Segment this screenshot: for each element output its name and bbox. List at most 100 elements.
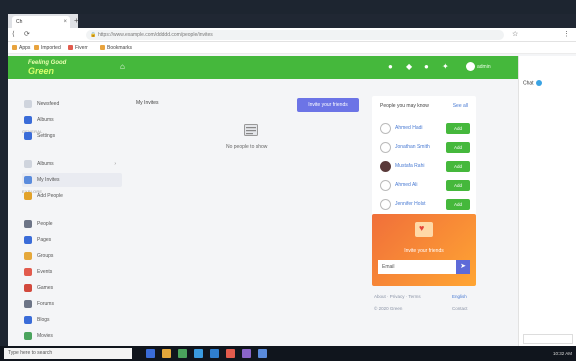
add-friend-button[interactable]: Add bbox=[446, 180, 470, 191]
add-friend-button[interactable]: Add bbox=[446, 142, 470, 153]
online-indicator-icon bbox=[535, 80, 542, 86]
site-logo[interactable]: Feeling Good Green bbox=[28, 59, 66, 76]
tab-strip: Ch × + bbox=[8, 14, 576, 28]
close-tab-icon[interactable]: × bbox=[63, 16, 67, 28]
chrome-icon[interactable] bbox=[178, 349, 187, 358]
bookmarks-bar: Apps Imported Fiverr Bookmarks bbox=[8, 42, 576, 54]
sidebar-item-label: Movies bbox=[37, 333, 53, 339]
person-name-link[interactable]: Jonathan Smith bbox=[395, 144, 430, 150]
sidebar-item-icon bbox=[24, 300, 32, 308]
bookmark-imported[interactable]: Imported bbox=[34, 43, 61, 53]
users-icon[interactable]: ◆ bbox=[406, 62, 412, 72]
bookmark-apps[interactable]: Apps bbox=[12, 43, 30, 53]
home-icon[interactable]: ⌂ bbox=[120, 62, 125, 72]
menu-icon[interactable]: ⋮ bbox=[563, 30, 570, 40]
person-row: Jonathan Smith Add bbox=[380, 141, 470, 155]
person-name-link[interactable]: Ahmed Ali bbox=[395, 182, 418, 188]
sidebar-item-icon bbox=[24, 284, 32, 292]
lock-icon: 🔒 bbox=[90, 32, 97, 38]
sidebar-item-icon bbox=[24, 160, 32, 168]
edge-icon[interactable] bbox=[194, 349, 203, 358]
sidebar-item-label: My Invites bbox=[37, 177, 60, 183]
sidebar-item-label: Add People bbox=[37, 193, 63, 199]
address-bar[interactable]: 🔒 https://www.example.com/ddddd.com/peop… bbox=[86, 30, 504, 40]
sidebar-item-label: Groups bbox=[37, 253, 54, 259]
person-avatar[interactable] bbox=[380, 142, 391, 153]
person-avatar[interactable] bbox=[380, 123, 391, 134]
chevron-down-icon[interactable]: › bbox=[114, 157, 116, 171]
sidebar-item-icon bbox=[24, 316, 32, 324]
person-avatar[interactable] bbox=[380, 199, 391, 210]
sidebar-item-icon bbox=[24, 268, 32, 276]
sidebar-item[interactable]: Settings bbox=[22, 129, 122, 143]
sidebar-item-label: Pages bbox=[37, 237, 52, 243]
see-all-link[interactable]: See all bbox=[453, 103, 468, 109]
invite-card-text: Invite your friends bbox=[404, 248, 444, 254]
sidebar-item[interactable]: People bbox=[22, 217, 122, 231]
sidebar-item-label: People bbox=[37, 221, 53, 227]
settings-icon[interactable]: ✦ bbox=[442, 62, 449, 72]
sidebar-item-label: Newsfeed bbox=[37, 101, 60, 107]
folder-icon bbox=[100, 45, 105, 51]
invite-email-input[interactable]: Email bbox=[378, 260, 456, 274]
app-icon[interactable] bbox=[258, 349, 267, 358]
empty-state-icon bbox=[244, 124, 258, 136]
app-header: Feeling Good Green ⌂ ● ◆ ● ✦ admin bbox=[8, 56, 518, 79]
bookmark-other[interactable]: Bookmarks bbox=[100, 43, 132, 53]
person-row: Ahmed Ali Add bbox=[380, 179, 470, 193]
start-icon[interactable] bbox=[146, 349, 155, 358]
sidebar-item[interactable]: Albums › bbox=[22, 157, 122, 171]
language-link[interactable]: English bbox=[452, 294, 467, 299]
person-avatar[interactable] bbox=[380, 161, 391, 172]
reload-icon[interactable]: ⟳ bbox=[24, 30, 30, 40]
tab-title: Ch bbox=[16, 19, 23, 25]
app-icon[interactable] bbox=[242, 349, 251, 358]
sidebar-item[interactable]: Blogs bbox=[22, 313, 122, 327]
sidebar-item[interactable]: Albums bbox=[22, 113, 122, 127]
person-row: Ahmed Hadi Add bbox=[380, 122, 470, 136]
taskbar-clock: 10:32 AM bbox=[552, 351, 572, 356]
sidebar-item[interactable]: Newsfeed bbox=[22, 97, 122, 111]
invite-friends-button[interactable]: Invite your friends bbox=[297, 98, 359, 112]
taskbar-search-input[interactable]: Type here to search bbox=[4, 348, 132, 359]
sidebar-item-icon bbox=[24, 100, 32, 108]
sidebar-item-label: Forums bbox=[37, 301, 54, 307]
sidebar-item[interactable]: My Invites bbox=[22, 173, 122, 187]
address-toolbar: ⟨ ⟳ 🔒 https://www.example.com/ddddd.com/… bbox=[8, 28, 576, 42]
bell-icon[interactable]: ● bbox=[424, 62, 429, 72]
app-icon[interactable] bbox=[226, 349, 235, 358]
sidebar-item[interactable]: Forums bbox=[22, 297, 122, 311]
header-username[interactable]: admin bbox=[477, 63, 491, 71]
sidebar-item[interactable]: Games bbox=[22, 281, 122, 295]
sidebar-item[interactable]: Events bbox=[22, 265, 122, 279]
browser-tab[interactable]: Ch × bbox=[12, 16, 70, 28]
sidebar-item-icon bbox=[24, 332, 32, 340]
bookmark-fiverr[interactable]: Fiverr bbox=[68, 43, 88, 53]
star-icon[interactable]: ☆ bbox=[512, 30, 518, 40]
invite-submit-button[interactable]: ➤ bbox=[456, 260, 470, 274]
sidebar-item[interactable]: Groups bbox=[22, 249, 122, 263]
chat-title: Chat bbox=[523, 80, 542, 86]
add-friend-button[interactable]: Add bbox=[446, 199, 470, 210]
add-friend-button[interactable]: Add bbox=[446, 161, 470, 172]
person-avatar[interactable] bbox=[380, 180, 391, 191]
chat-icon[interactable]: ● bbox=[388, 62, 393, 72]
person-name-link[interactable]: Mustafa Rahi bbox=[395, 163, 424, 169]
sidebar-item[interactable]: Pages bbox=[22, 233, 122, 247]
person-name-link[interactable]: Ahmed Hadi bbox=[395, 125, 423, 131]
user-avatar[interactable] bbox=[466, 62, 475, 71]
file-explorer-icon[interactable] bbox=[162, 349, 171, 358]
sidebar-item-label: Events bbox=[37, 269, 53, 275]
add-friend-button[interactable]: Add bbox=[446, 123, 470, 134]
word-icon[interactable] bbox=[210, 349, 219, 358]
sidebar-item-label: Albums bbox=[37, 161, 54, 167]
apps-icon bbox=[12, 45, 17, 51]
sidebar-item-icon bbox=[24, 176, 32, 184]
sidebar-item[interactable]: Movies bbox=[22, 329, 122, 343]
chat-search-input[interactable] bbox=[523, 334, 573, 344]
people-card-heading: People you may know bbox=[380, 103, 429, 109]
sidebar-item[interactable]: Add People bbox=[22, 189, 122, 203]
footer-contact-link[interactable]: Contact bbox=[452, 306, 468, 311]
back-icon[interactable]: ⟨ bbox=[12, 30, 15, 40]
person-name-link[interactable]: Jennifer Holst bbox=[395, 201, 426, 207]
